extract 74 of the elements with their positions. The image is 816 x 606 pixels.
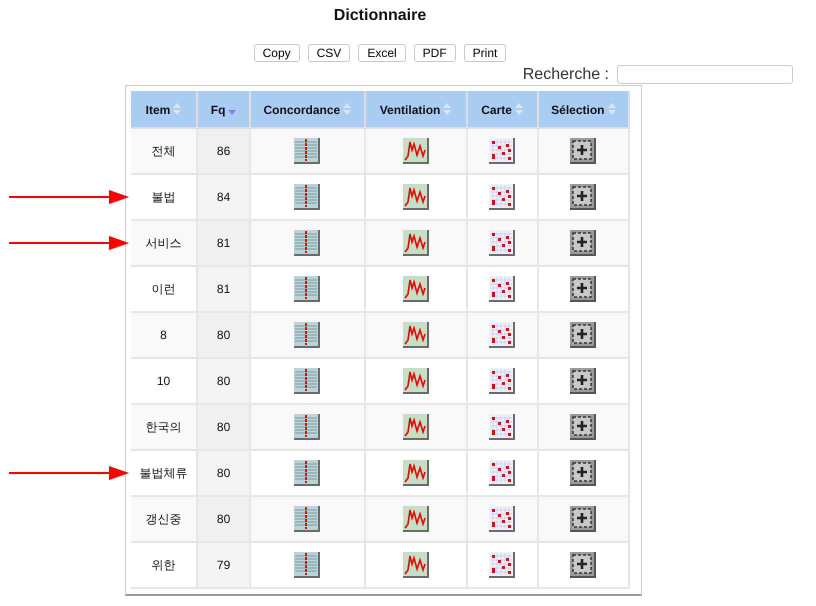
item-cell: 10 [156, 374, 170, 388]
frequency-cell: 86 [216, 144, 230, 158]
concordance-icon[interactable] [294, 230, 320, 256]
line-chart-icon[interactable] [402, 276, 429, 302]
add-icon[interactable] [570, 506, 596, 532]
line-chart-icon[interactable] [402, 322, 429, 348]
line-chart-icon[interactable] [402, 138, 429, 164]
concordance-icon[interactable] [294, 138, 320, 164]
dot-grid-icon[interactable] [489, 414, 516, 440]
concordance-icon[interactable] [294, 322, 320, 348]
search-label: Recherche : [522, 66, 609, 84]
item-cell: 불법체류 [139, 466, 188, 480]
export-button[interactable]: Print [464, 44, 506, 62]
add-icon[interactable] [570, 368, 596, 394]
concordance-icon[interactable] [294, 368, 320, 394]
dot-grid-icon[interactable] [489, 506, 516, 532]
item-cell: 한국의 [145, 420, 182, 434]
dot-grid-icon[interactable] [489, 552, 516, 578]
frequency-cell: 81 [216, 282, 230, 296]
add-icon[interactable] [570, 184, 596, 210]
add-icon[interactable] [570, 552, 596, 578]
item-cell: 8 [160, 328, 167, 342]
dot-grid-icon[interactable] [489, 276, 516, 302]
column-header[interactable]: Fq [196, 91, 250, 128]
line-chart-icon[interactable] [402, 552, 429, 578]
item-cell: 불법 [151, 190, 176, 204]
dot-grid-icon[interactable] [489, 184, 516, 210]
export-button[interactable]: CSV [308, 44, 350, 62]
item-cell: 전체 [151, 144, 176, 158]
line-chart-icon[interactable] [402, 414, 429, 440]
export-button[interactable]: PDF [414, 44, 456, 62]
dot-grid-icon[interactable] [489, 368, 516, 394]
frequency-cell: 81 [216, 236, 230, 250]
frequency-cell: 80 [216, 328, 230, 342]
item-cell: 갱신중 [145, 512, 182, 526]
column-header[interactable]: Sélection [538, 91, 629, 128]
concordance-icon[interactable] [294, 414, 320, 440]
export-button[interactable]: Excel [358, 44, 406, 62]
concordance-icon[interactable] [294, 506, 320, 532]
column-header[interactable]: Concordance [250, 91, 365, 128]
column-header[interactable]: Ventilation [364, 91, 467, 128]
page-title: Dictionnaire [332, 6, 428, 26]
concordance-icon[interactable] [294, 276, 320, 302]
item-cell: 서비스 [145, 236, 182, 250]
add-icon[interactable] [570, 138, 596, 164]
frequency-cell: 80 [216, 374, 230, 388]
line-chart-icon[interactable] [402, 368, 429, 394]
add-icon[interactable] [570, 414, 596, 440]
column-header[interactable]: Carte [466, 91, 538, 128]
concordance-icon[interactable] [294, 552, 320, 578]
dot-grid-icon[interactable] [489, 322, 516, 348]
add-icon[interactable] [570, 276, 596, 302]
column-header[interactable]: Item [131, 91, 197, 128]
dot-grid-icon[interactable] [489, 138, 516, 164]
frequency-cell: 79 [216, 558, 230, 572]
line-chart-icon[interactable] [402, 460, 429, 486]
frequency-cell: 84 [216, 190, 230, 204]
export-button[interactable]: Copy [254, 44, 300, 62]
add-icon[interactable] [570, 322, 596, 348]
concordance-icon[interactable] [294, 184, 320, 210]
frequency-cell: 80 [216, 466, 230, 480]
line-chart-icon[interactable] [402, 184, 429, 210]
search-field[interactable] [617, 65, 793, 84]
item-cell: 이런 [151, 282, 176, 296]
add-icon[interactable] [570, 460, 596, 486]
line-chart-icon[interactable] [402, 230, 429, 256]
add-icon[interactable] [570, 230, 596, 256]
item-cell: 위한 [151, 558, 176, 572]
frequency-cell: 80 [216, 512, 230, 526]
frequency-cell: 80 [216, 420, 230, 434]
concordance-icon[interactable] [294, 460, 320, 486]
dot-grid-icon[interactable] [489, 230, 516, 256]
line-chart-icon[interactable] [402, 506, 429, 532]
dot-grid-icon[interactable] [489, 460, 516, 486]
